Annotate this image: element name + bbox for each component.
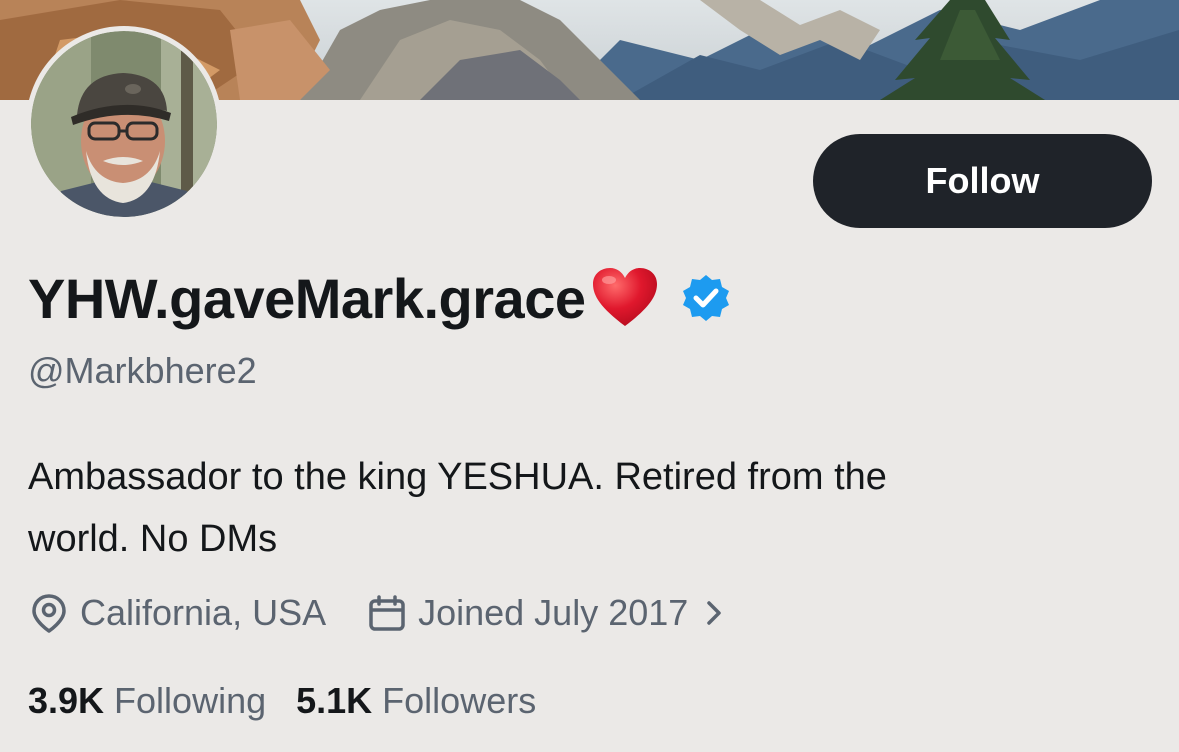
bio-line: Ambassador to the king YESHUA. Retired f…	[28, 456, 887, 498]
follow-button[interactable]: Follow	[813, 134, 1152, 228]
location-pin-icon	[32, 594, 66, 633]
user-handle: @Markbhere2	[28, 350, 257, 391]
calendar-icon	[369, 595, 405, 631]
display-name: YHW.gaveMark.grace	[28, 266, 586, 330]
followers-link[interactable]: 5.1K Followers	[296, 680, 536, 722]
verified-badge-icon[interactable]	[681, 273, 731, 323]
profile-bio: Ambassador to the king YESHUA. Retired f…	[28, 446, 1128, 570]
location-item: California, USA	[30, 592, 326, 634]
followers-count: 5.1K	[296, 680, 373, 721]
follow-stats-row: 3.9K Following 5.1K Followers	[28, 676, 536, 726]
following-label: Following	[114, 680, 267, 721]
chevron-right-icon[interactable]	[704, 598, 724, 628]
location-text: California, USA	[80, 592, 327, 633]
red-heart-icon	[591, 266, 659, 330]
joined-date-text: Joined July 2017	[418, 592, 689, 633]
display-name-row: YHW.gaveMark.grace	[28, 258, 731, 338]
bio-line: world. No DMs	[28, 518, 278, 560]
following-link[interactable]: 3.9K Following	[28, 680, 266, 722]
joined-date-item[interactable]: Joined July 2017	[368, 592, 724, 634]
following-count: 3.9K	[28, 680, 105, 721]
profile-meta-row: California, USA Joined July 2017	[30, 588, 724, 638]
profile-page: Follow YHW.gaveMark.grace @Markbhere2 Am…	[0, 0, 1179, 752]
followers-label: Followers	[382, 680, 537, 721]
profile-avatar[interactable]	[26, 26, 222, 222]
